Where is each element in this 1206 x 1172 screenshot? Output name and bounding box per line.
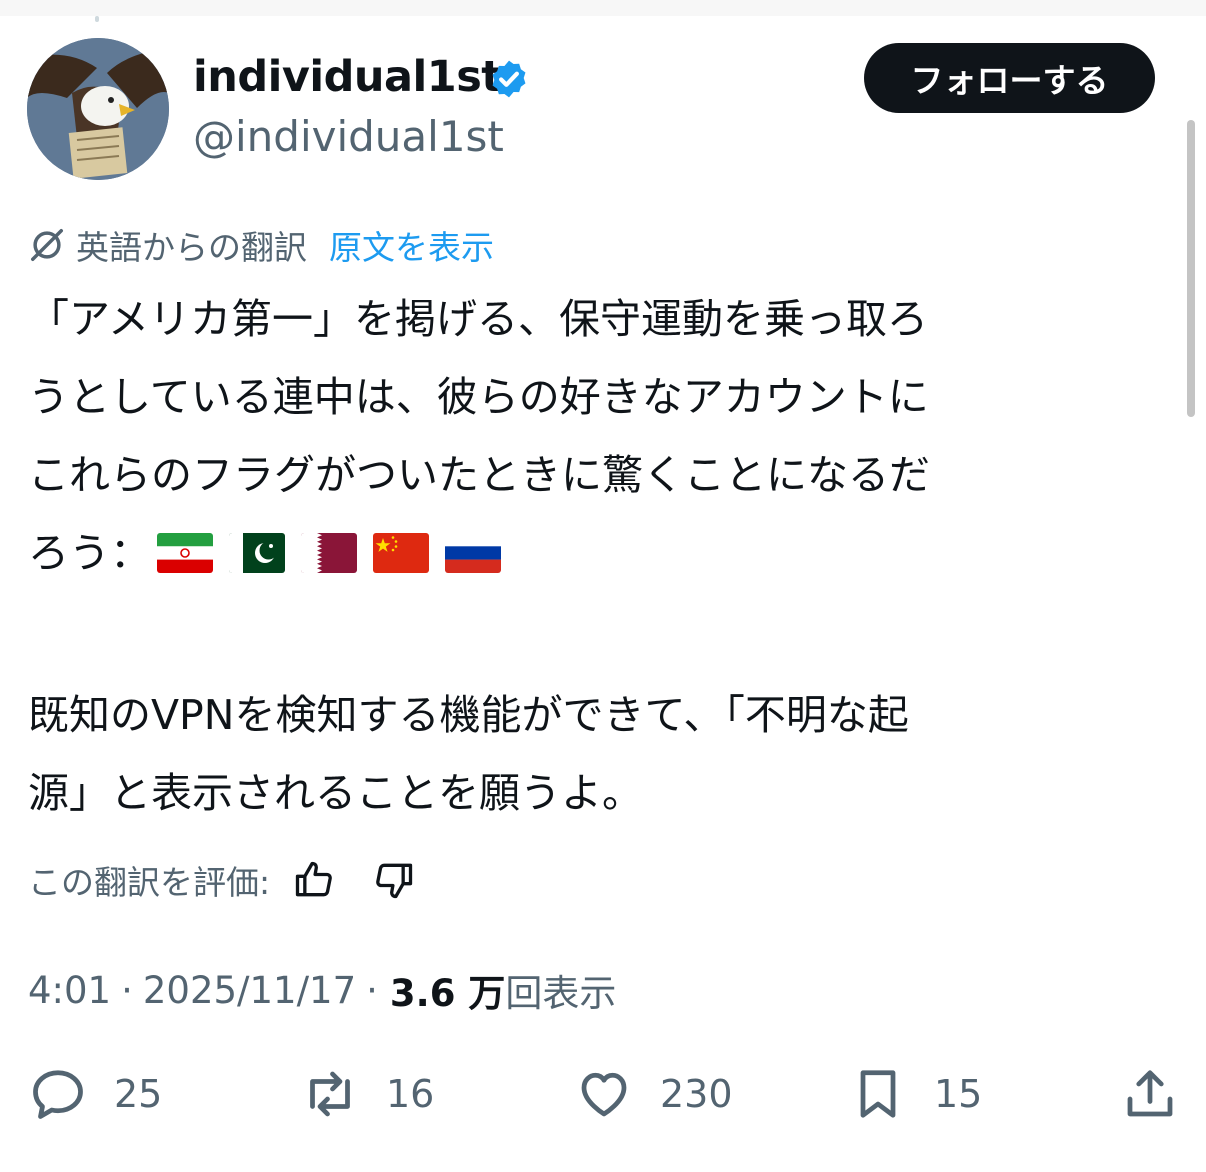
top-edge (0, 0, 1206, 22)
tweet-line-flags: ろう： (28, 514, 1168, 592)
bookmark-count: 15 (934, 1072, 983, 1116)
avatar[interactable] (27, 38, 169, 180)
tweet-line: 「アメリカ第一」を掲げる、保守運動を乗っ取ろ (28, 295, 928, 343)
bookmark-icon (860, 1070, 896, 1118)
flag-pakistan-icon (229, 533, 285, 573)
views-label: 回表示 (505, 972, 617, 1015)
repost-button[interactable]: 16 (300, 1064, 434, 1124)
views-count: 3.6 万 (389, 972, 506, 1015)
user-handle[interactable]: @individual1st (193, 112, 504, 161)
flag-russia-icon (445, 533, 501, 573)
like-count: 230 (660, 1072, 733, 1116)
rate-translation-label: この翻訳を評価: (28, 863, 271, 902)
share-button[interactable] (1120, 1064, 1180, 1124)
meta-separator: · (366, 968, 378, 1012)
heart-icon (581, 1072, 627, 1117)
flag-qatar-icon (301, 533, 357, 573)
tweet-line: ろう： (28, 529, 151, 577)
tweet-line: これらのフラグがついたときに驚くことになるだ (28, 451, 930, 499)
repost-icon (310, 1071, 350, 1117)
share-icon (1127, 1070, 1173, 1117)
reply-count: 25 (114, 1072, 163, 1116)
tweet-text-paragraph-1: 「アメリカ第一」を掲げる、保守運動を乗っ取ろ うとしている連中は、彼らの好きなア… (28, 280, 1168, 592)
follow-button[interactable]: フォローする (864, 43, 1155, 113)
tweet-line: うとしている連中は、彼らの好きなアカウントに (28, 373, 929, 421)
tweet-text-paragraph-2: 既知のVPNを検知する機能ができて、「不明な起 源」と表示されることを願うよ。 (28, 676, 1168, 832)
tweet-line: 既知のVPNを検知する機能ができて、「不明な起 (28, 691, 909, 739)
thumbs-up-icon[interactable] (292, 858, 336, 902)
scrollbar[interactable] (1187, 120, 1195, 417)
translate-icon (31, 229, 63, 261)
show-original-link[interactable]: 原文を表示 (329, 221, 494, 269)
tweet-line: 源」と表示されることを願うよ。 (28, 769, 643, 817)
avatar-eagle-image (27, 38, 169, 180)
top-edge-mark (95, 16, 99, 22)
thumbs-down-icon[interactable] (372, 858, 416, 902)
translation-header: 英語からの翻訳 原文を表示 (28, 222, 494, 268)
meta-separator: · (121, 968, 133, 1012)
repost-count: 16 (386, 1072, 435, 1116)
flag-china-icon (373, 533, 429, 573)
verified-badge-icon[interactable] (488, 58, 530, 100)
like-button[interactable]: 230 (574, 1064, 733, 1124)
tweet-meta: 4:01 · 2025/11/17 · 3.6 万 回表示 (28, 964, 616, 1016)
flag-emoji-group (157, 533, 517, 573)
rate-translation: この翻訳を評価: (28, 855, 416, 905)
tweet-time[interactable]: 4:01 (28, 969, 111, 1012)
bookmark-button[interactable]: 15 (848, 1064, 982, 1124)
tweet-date[interactable]: 2025/11/17 (143, 969, 356, 1012)
reply-button[interactable]: 25 (28, 1064, 162, 1124)
flag-iran-icon (157, 533, 213, 573)
reply-icon (33, 1070, 83, 1119)
display-name[interactable]: individual1st (193, 52, 502, 102)
translation-label: 英語からの翻訳 (76, 228, 307, 267)
